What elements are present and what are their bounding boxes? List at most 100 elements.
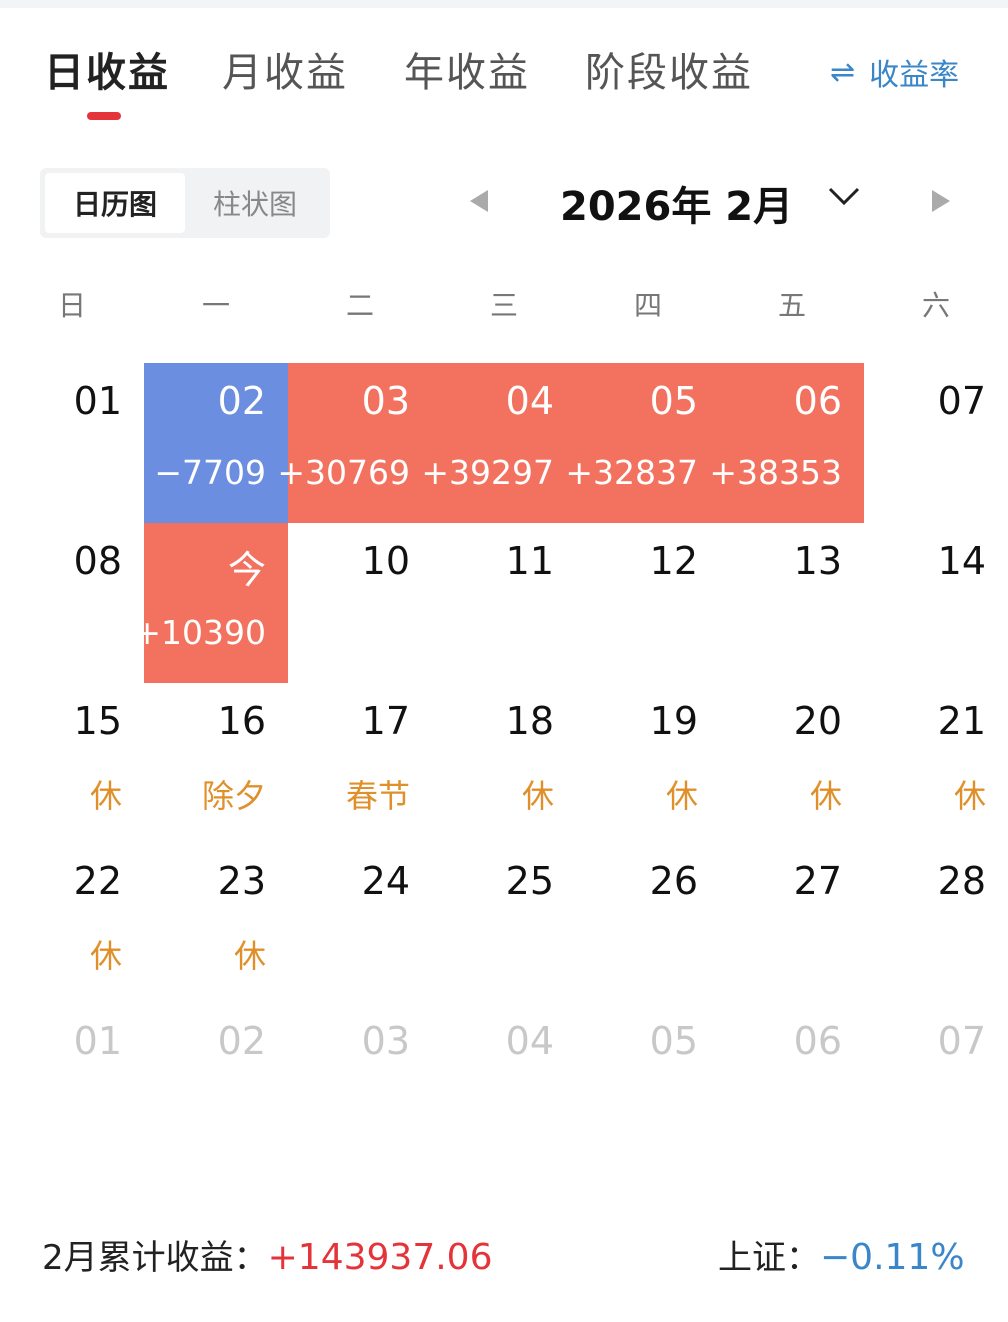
tab-monthly-earnings[interactable]: 月收益 — [222, 40, 348, 98]
calendar-view-button[interactable]: 日历图 — [45, 173, 185, 233]
day-number: 05 — [649, 1019, 698, 1063]
calendar-day-cell[interactable]: 17 春节 — [288, 683, 432, 843]
next-month-icon[interactable] — [932, 190, 950, 212]
calendar-day-cell[interactable]: 19 休 — [576, 683, 720, 843]
calendar-day-cell[interactable]: 08 — [0, 523, 144, 683]
weekday-label: 三 — [489, 289, 518, 322]
day-number: 15 — [73, 699, 122, 743]
tab-yearly-earnings[interactable]: 年收益 — [404, 40, 530, 98]
calendar-day-cell[interactable]: 16 除夕 — [144, 683, 288, 843]
tab-daily-earnings[interactable]: 日收益 — [44, 40, 170, 98]
rate-toggle-button[interactable]: ⇌ 收益率 — [830, 50, 959, 94]
calendar-day-cell[interactable]: 11 — [432, 523, 576, 683]
day-number: 06 — [793, 379, 842, 423]
calendar-day-cell[interactable]: 05 +32837 — [565, 363, 720, 523]
day-number: 04 — [505, 1019, 554, 1063]
day-earnings: +32837 — [565, 453, 698, 492]
calendar-day-cell[interactable]: 12 — [576, 523, 720, 683]
index-change: 上证：−0.11% — [718, 1230, 965, 1279]
calendar-day-cell[interactable]: 01 — [0, 363, 144, 523]
day-earnings: +10390 — [133, 613, 266, 652]
day-number: 12 — [649, 539, 698, 583]
day-number: 14 — [937, 539, 986, 583]
calendar-day-cell[interactable]: 02 — [144, 1003, 288, 1163]
day-number: 20 — [793, 699, 842, 743]
day-number: 13 — [793, 539, 842, 583]
index-value: −0.11% — [820, 1237, 965, 1278]
calendar-day-cell[interactable]: 05 — [576, 1003, 720, 1163]
calendar-day-cell[interactable]: 14 — [864, 523, 1008, 683]
day-number: 01 — [73, 1019, 122, 1063]
monthly-total-value: +143937.06 — [267, 1237, 493, 1278]
calendar-day-cell[interactable]: 21 休 — [864, 683, 1008, 843]
calendar-day-cell[interactable]: 07 — [864, 1003, 1008, 1163]
day-number: 07 — [937, 1019, 986, 1063]
day-number: 22 — [73, 859, 122, 903]
holiday-tag: 休 — [953, 777, 986, 815]
day-number: 今 — [227, 548, 266, 592]
day-number: 03 — [361, 1019, 410, 1063]
weekday-label: 二 — [345, 289, 374, 322]
calendar-day-cell[interactable]: 27 — [720, 843, 864, 1003]
swap-arrows-icon: ⇌ — [830, 54, 856, 90]
day-number: 23 — [217, 859, 266, 903]
day-number: 07 — [937, 379, 986, 423]
calendar-day-cell[interactable]: 01 — [0, 1003, 144, 1163]
calendar-day-cell[interactable]: 23 休 — [144, 843, 288, 1003]
weekday-label: 日 — [57, 289, 86, 322]
calendar-day-cell[interactable]: 18 休 — [432, 683, 576, 843]
calendar-day-cell[interactable]: 04 +39297 — [421, 363, 576, 523]
day-earnings: +38353 — [709, 453, 842, 492]
calendar-day-cell[interactable]: 10 — [288, 523, 432, 683]
day-number: 06 — [793, 1019, 842, 1063]
day-earnings: +39297 — [421, 453, 554, 492]
calendar-day-cell[interactable]: 28 — [864, 843, 1008, 1003]
chevron-down-icon[interactable] — [826, 178, 862, 214]
weekday-label: 五 — [777, 289, 806, 322]
calendar-day-cell[interactable]: 02 −7709 — [144, 363, 288, 523]
day-number: 21 — [937, 699, 986, 743]
month-title[interactable]: 2026年 2月 — [560, 174, 793, 232]
calendar-day-cell[interactable]: 03 +30769 — [277, 363, 432, 523]
calendar-day-cell[interactable]: 06 +38353 — [709, 363, 864, 523]
day-number: 05 — [649, 379, 698, 423]
prev-month-icon[interactable] — [470, 190, 488, 212]
day-number: 17 — [361, 699, 410, 743]
bar-chart-view-button[interactable]: 柱状图 — [185, 173, 325, 233]
weekday-label: 一 — [201, 289, 230, 322]
holiday-tag: 春节 — [345, 777, 410, 815]
holiday-tag: 除夕 — [201, 777, 266, 815]
day-number: 02 — [217, 379, 266, 423]
period-tabs: 日收益 月收益 年收益 阶段收益 ⇌ 收益率 — [0, 36, 1008, 126]
calendar-day-cell[interactable]: 06 — [720, 1003, 864, 1163]
monthly-total-label: 2月累计收益： — [42, 1238, 268, 1278]
calendar-day-cell[interactable]: 24 — [288, 843, 432, 1003]
calendar-day-cell[interactable]: 26 — [576, 843, 720, 1003]
calendar-day-cell[interactable]: 25 — [432, 843, 576, 1003]
day-number: 18 — [505, 699, 554, 743]
holiday-tag: 休 — [233, 937, 266, 975]
tab-period-earnings[interactable]: 阶段收益 — [585, 40, 753, 98]
calendar-day-cell[interactable]: 03 — [288, 1003, 432, 1163]
rate-toggle-label: 收益率 — [869, 58, 960, 93]
active-tab-indicator — [87, 112, 121, 120]
calendar-day-cell[interactable]: 22 休 — [0, 843, 144, 1003]
calendar-day-cell[interactable]: 04 — [432, 1003, 576, 1163]
calendar-day-cell[interactable]: 20 休 — [720, 683, 864, 843]
view-switch: 日历图 柱状图 — [40, 168, 330, 238]
calendar-day-cell[interactable]: 15 休 — [0, 683, 144, 843]
index-label: 上证： — [718, 1238, 820, 1278]
calendar-day-cell[interactable]: 07 — [864, 363, 1008, 523]
monthly-total: 2月累计收益：+143937.06 — [42, 1230, 492, 1279]
day-number: 16 — [217, 699, 266, 743]
day-earnings: −7709 — [154, 453, 266, 492]
calendar-day-cell[interactable]: 13 — [720, 523, 864, 683]
day-number: 24 — [361, 859, 410, 903]
weekday-label: 六 — [921, 289, 950, 322]
holiday-tag: 休 — [89, 937, 122, 975]
holiday-tag: 休 — [89, 777, 122, 815]
day-number: 01 — [73, 379, 122, 423]
day-earnings: +30769 — [277, 453, 410, 492]
calendar-day-cell[interactable]: 今 +10390 — [133, 523, 288, 683]
weekday-label: 四 — [633, 289, 662, 322]
